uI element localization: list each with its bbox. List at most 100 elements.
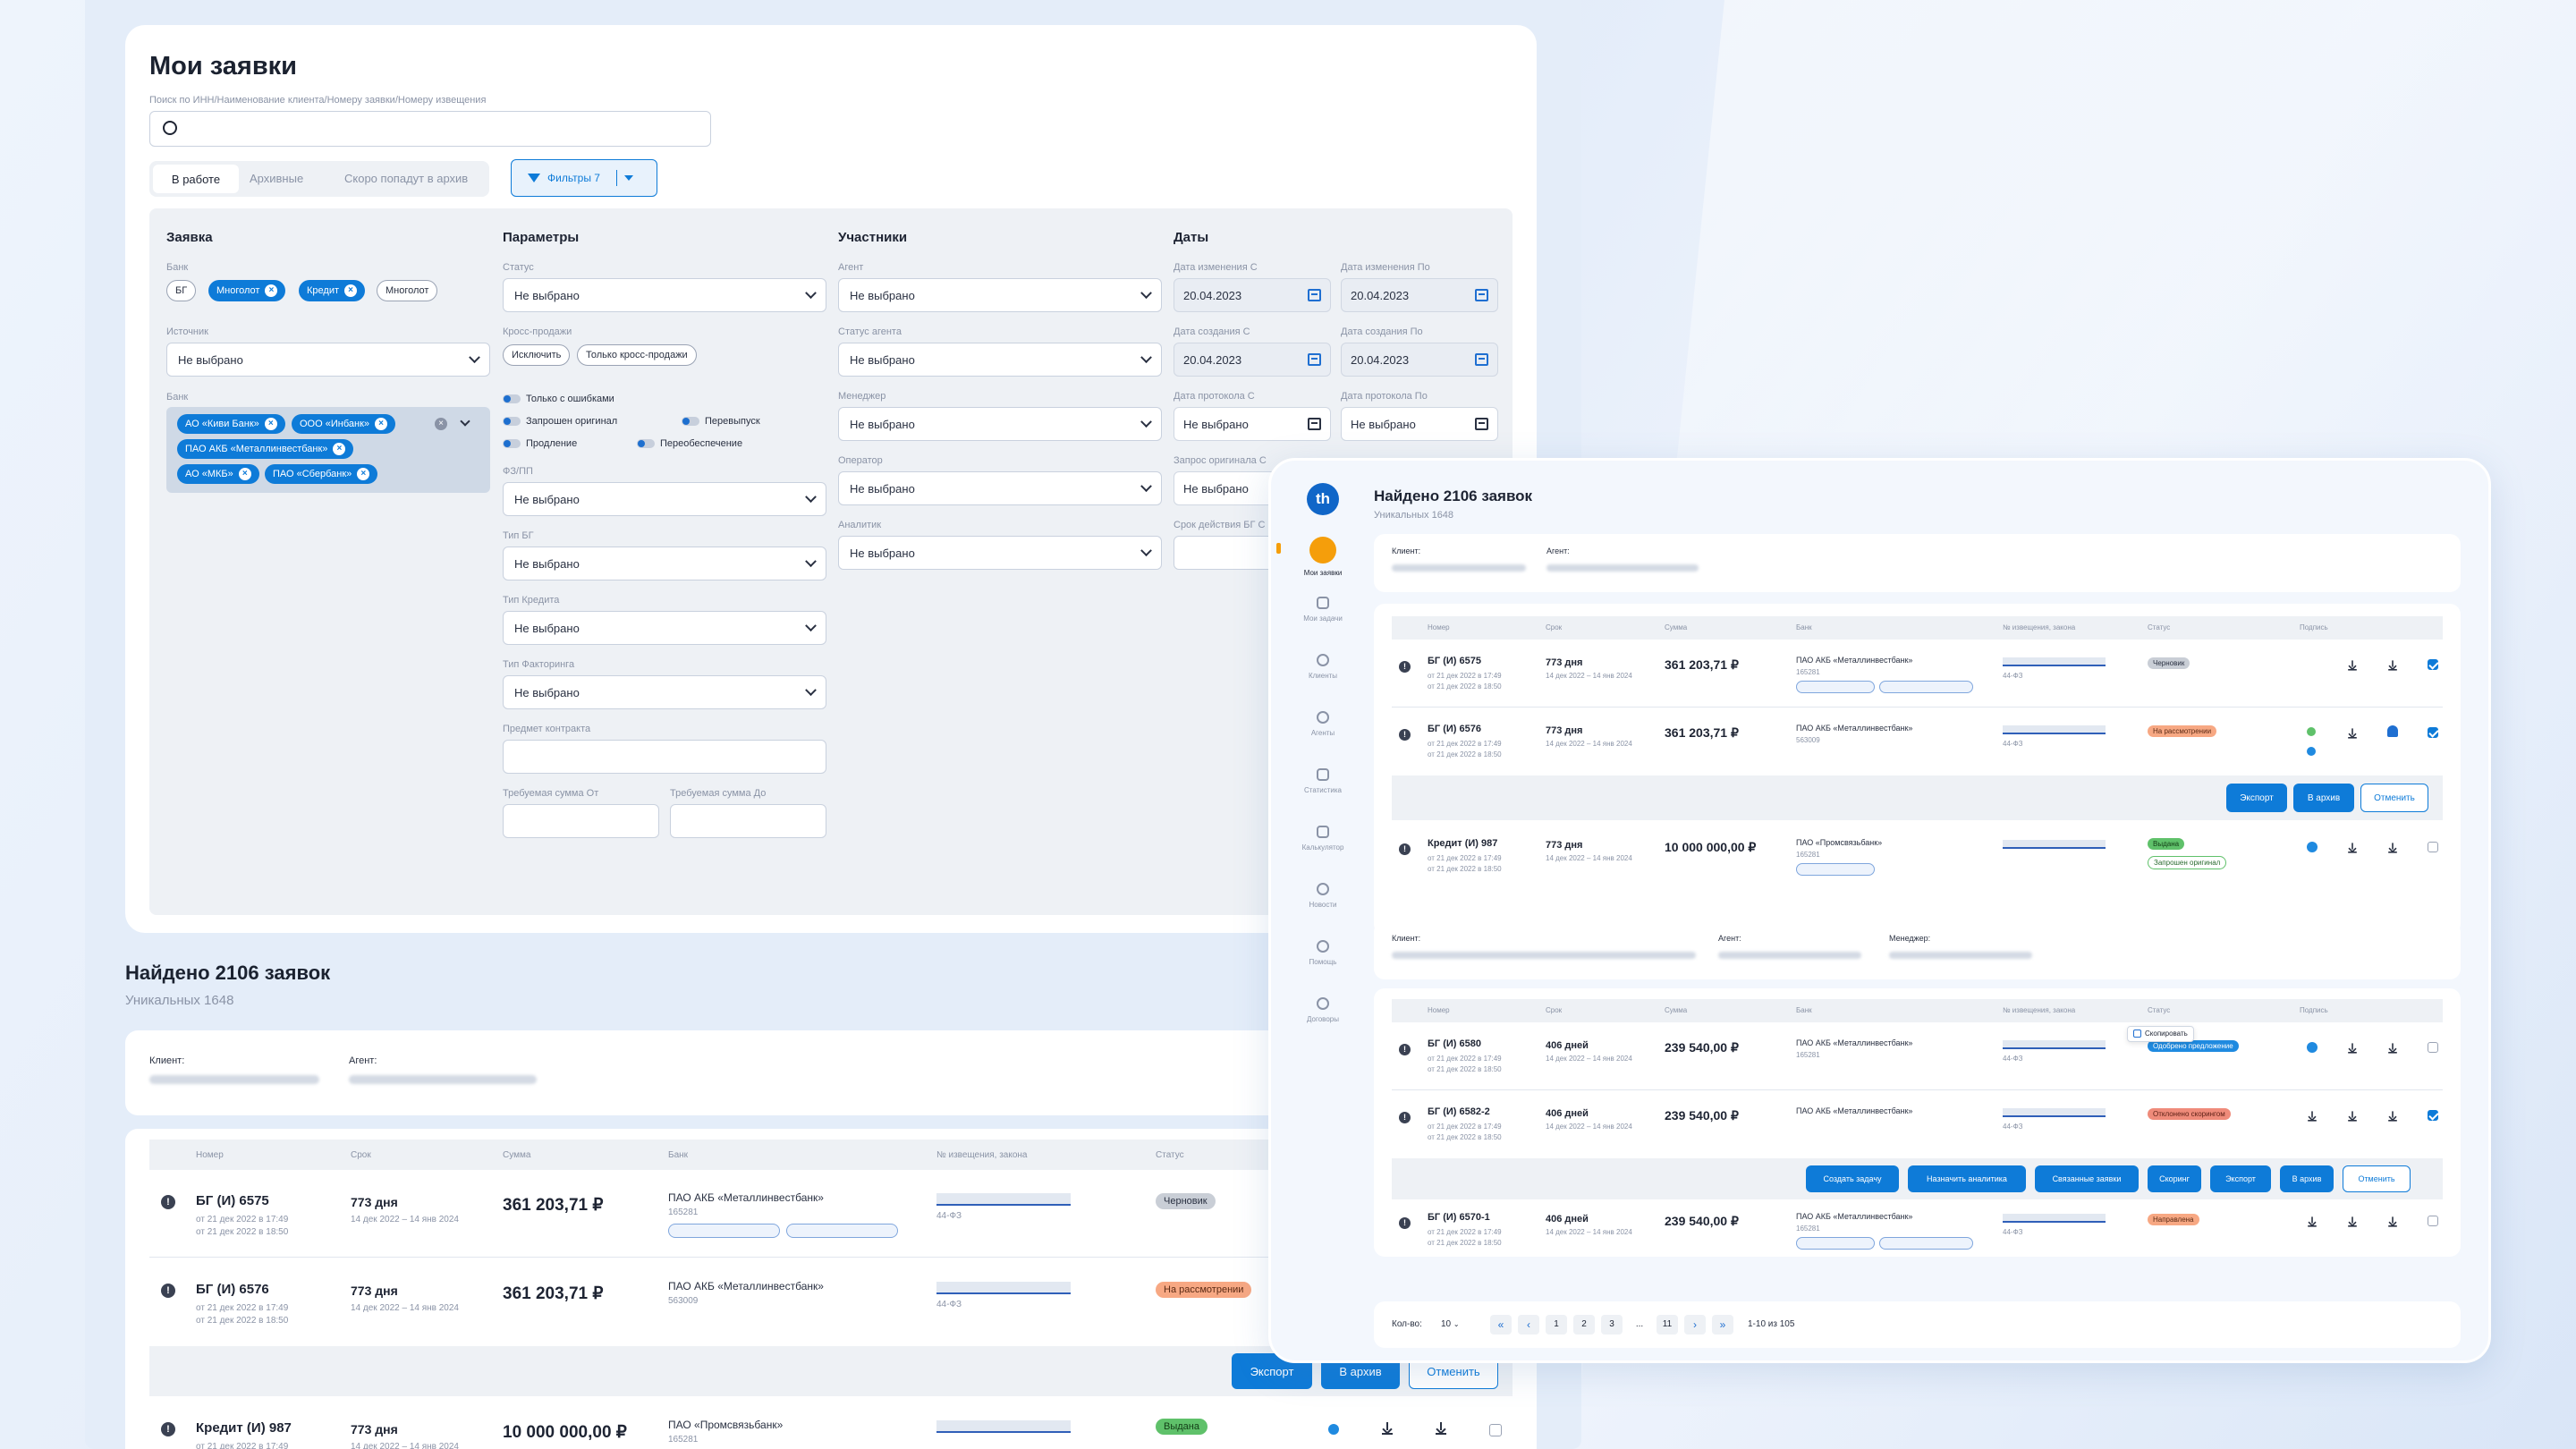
row-checkbox[interactable] (1489, 1424, 1502, 1436)
col-sum[interactable]: Сумма (1665, 623, 1687, 631)
notice-value[interactable] (936, 1420, 1071, 1433)
chip-mkb[interactable]: АО «МКБ» × (177, 464, 259, 484)
col-bank[interactable]: Банк (1796, 1006, 1812, 1014)
download-icon[interactable] (1436, 1422, 1446, 1435)
protocol-to-date[interactable]: Не выбрано (1341, 407, 1498, 441)
col-notice[interactable]: № извещения, закона (936, 1150, 1027, 1160)
chevron-down-icon[interactable] (460, 416, 470, 427)
table-row[interactable]: ! БГ (И) 6580 от 21 дек 2022 в 17:49 от … (1392, 1022, 2443, 1090)
user-chip[interactable] (1796, 1237, 1875, 1250)
fz-select[interactable]: Не выбрано (503, 482, 826, 516)
row-number[interactable]: Кредит (И) 987 (196, 1420, 292, 1436)
chip-sber[interactable]: ПАО «Сбербанк» × (265, 464, 378, 484)
download-icon[interactable] (2388, 1043, 2397, 1054)
operator-select[interactable]: Не выбрано (838, 471, 1162, 505)
scoring-button[interactable]: Скоринг (2148, 1165, 2201, 1192)
notice-value[interactable] (936, 1193, 1071, 1206)
export-button[interactable]: Экспорт (2226, 784, 2287, 812)
row-number[interactable]: Кредит (И) 987 (1428, 838, 1497, 849)
download-icon[interactable] (1382, 1422, 1393, 1435)
logo[interactable]: th (1307, 483, 1339, 515)
download-icon[interactable] (2308, 1111, 2317, 1122)
change-from-date[interactable]: 20.04.2023 (1174, 278, 1331, 312)
doc-chip[interactable] (1879, 1237, 1973, 1250)
col-bank[interactable]: Банк (668, 1150, 688, 1160)
doc-chip[interactable] (786, 1224, 898, 1238)
table-row[interactable]: ! БГ (И) 6582-2 от 21 дек 2022 в 17:49 о… (1392, 1090, 2443, 1158)
row-number[interactable]: БГ (И) 6575 (196, 1193, 269, 1208)
status-select[interactable]: Не выбрано (503, 278, 826, 312)
nav-news[interactable]: Новости (1298, 883, 1348, 909)
table-row[interactable]: ! БГ (И) 6575 от 21 дек 2022 в 17:49 от … (1392, 640, 2443, 708)
tab-soon-archive[interactable]: Скоро попадут в архив (344, 172, 468, 185)
download-icon[interactable] (2348, 1216, 2357, 1227)
row-number[interactable]: БГ (И) 6580 (1428, 1038, 1481, 1049)
row-checkbox[interactable] (2428, 1042, 2438, 1053)
clear-icon[interactable]: × (435, 418, 447, 430)
change-to-date[interactable]: 20.04.2023 (1341, 278, 1498, 312)
nav-help[interactable]: Помощь (1298, 940, 1348, 966)
chip-multilot[interactable]: Многолот × (208, 280, 286, 301)
related-requests-button[interactable]: Связанные заявки (2035, 1165, 2139, 1192)
per-page-select[interactable]: 10 ⌄ (1441, 1319, 1460, 1329)
cancel-button[interactable]: Отменить (2360, 784, 2428, 812)
table-row[interactable]: ! БГ (И) 6570-1 от 21 дек 2022 в 17:49 о… (1392, 1199, 2443, 1257)
page-next[interactable]: › (1684, 1315, 1706, 1335)
notice-value[interactable] (2003, 840, 2106, 849)
col-notice[interactable]: № извещения, закона (2003, 1006, 2075, 1014)
chip-metall[interactable]: ПАО АКБ «Металлинвестбанк» × (177, 439, 354, 459)
nav-agents[interactable]: Агенты (1298, 711, 1348, 737)
col-term[interactable]: Срок (1546, 623, 1562, 631)
row-checkbox[interactable] (2428, 1110, 2438, 1121)
col-number[interactable]: Номер (1428, 623, 1450, 631)
download-icon[interactable] (2388, 1111, 2397, 1122)
export-button[interactable]: Экспорт (2210, 1165, 2271, 1192)
toggle-reissue[interactable]: Перевыпуск (682, 416, 760, 427)
download-icon[interactable] (2388, 843, 2397, 853)
chip-exclude[interactable]: Исключить (503, 344, 571, 366)
chip-kiwi[interactable]: АО «Киви Банк» × (177, 414, 285, 434)
row-number[interactable]: БГ (И) 6570-1 (1428, 1212, 1490, 1223)
row-checkbox[interactable] (2428, 659, 2438, 670)
nav-clients[interactable]: Клиенты (1298, 654, 1348, 680)
col-signature[interactable]: Подпись (2300, 1006, 2328, 1014)
col-notice[interactable]: № извещения, закона (2003, 623, 2075, 631)
download-icon[interactable] (2348, 843, 2357, 853)
nav-my-requests[interactable]: Мои заявки (1298, 537, 1348, 577)
protocol-from-date[interactable]: Не выбрано (1174, 407, 1331, 441)
chip-bg[interactable]: БГ (166, 280, 197, 301)
page-first[interactable]: « (1490, 1315, 1512, 1335)
archive-button[interactable]: В архив (2293, 784, 2354, 812)
agent-status-select[interactable]: Не выбрано (838, 343, 1162, 377)
manager-select[interactable]: Не выбрано (838, 407, 1162, 441)
row-number[interactable]: БГ (И) 6576 (196, 1282, 269, 1297)
row-checkbox[interactable] (2428, 727, 2438, 738)
page-1[interactable]: 1 (1546, 1315, 1567, 1335)
download-icon[interactable] (2308, 1216, 2317, 1227)
nav-my-tasks[interactable]: Мои задачи (1298, 597, 1348, 623)
page-2[interactable]: 2 (1573, 1315, 1595, 1335)
col-status[interactable]: Статус (1156, 1150, 1184, 1160)
user-chip[interactable] (668, 1224, 780, 1238)
page-prev[interactable]: ‹ (1518, 1315, 1539, 1335)
row-checkbox[interactable] (2428, 842, 2438, 852)
doc-chip[interactable] (1879, 681, 1973, 693)
create-from-date[interactable]: 20.04.2023 (1174, 343, 1331, 377)
chip-credit[interactable]: Кредит × (299, 280, 366, 301)
bg-type-select[interactable]: Не выбрано (503, 547, 826, 580)
nav-calculator[interactable]: Калькулятор (1298, 826, 1348, 852)
source-select[interactable]: Не выбрано (166, 343, 490, 377)
toggle-reinsurance[interactable]: Переобеспечение (637, 438, 742, 449)
sum-from-input[interactable] (503, 804, 659, 838)
cancel-button[interactable]: Отменить (2343, 1165, 2411, 1192)
table-row[interactable]: ! Кредит (И) 987 от 21 дек 2022 в 17:49 … (1392, 822, 2443, 890)
page-3[interactable]: 3 (1601, 1315, 1623, 1335)
bank-multiselect[interactable]: АО «Киви Банк» × ООО «Инбанк» × ПАО АКБ «М… (166, 407, 490, 493)
notice-value[interactable] (936, 1282, 1071, 1294)
col-number[interactable]: Номер (1428, 1006, 1450, 1014)
download-icon[interactable] (2388, 1216, 2397, 1227)
table-row[interactable]: ! Кредит (И) 987 от 21 дек 2022 в 17:49 … (149, 1397, 1513, 1449)
row-checkbox[interactable] (2428, 1216, 2438, 1226)
col-sum[interactable]: Сумма (503, 1150, 530, 1160)
download-icon[interactable] (2348, 660, 2357, 671)
